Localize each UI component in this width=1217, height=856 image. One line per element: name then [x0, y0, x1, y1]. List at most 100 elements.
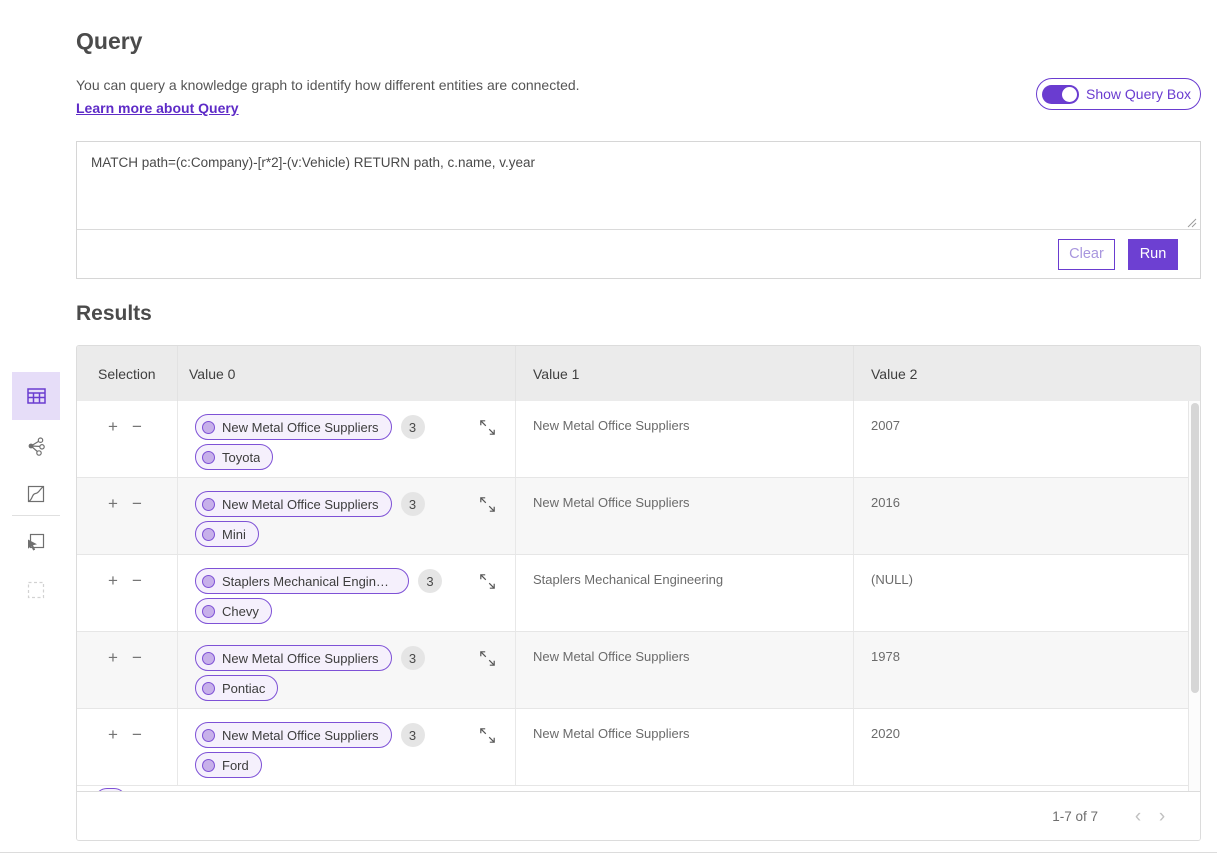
value0-cell: New Metal Office Suppliers 3 Toyota [177, 401, 515, 477]
graph-view-button[interactable] [12, 432, 60, 460]
expand-icon[interactable] [479, 650, 496, 667]
value2-cell: 2020 [853, 709, 1200, 785]
learn-more-link[interactable]: Learn more about Query [76, 100, 239, 116]
pagination-next-icon[interactable]: › [1150, 807, 1174, 826]
page-bottom-divider [0, 852, 1217, 853]
pointer-select-view-button[interactable] [12, 528, 60, 556]
related-pill-label: Mini [222, 527, 246, 542]
table-row: + − New Metal Office Suppliers 3 Toyota [77, 401, 1200, 478]
table-view-button[interactable] [12, 372, 60, 420]
add-to-selection-button[interactable]: + [108, 418, 118, 477]
toggle-knob [1062, 87, 1077, 102]
expand-icon[interactable] [479, 727, 496, 744]
column-header-value2: Value 2 [853, 346, 1200, 401]
pointer-select-icon [26, 532, 46, 552]
related-pill-label: Chevy [222, 604, 259, 619]
selection-cell: + − [77, 632, 177, 708]
related-entity-pill[interactable]: Pontiac [195, 675, 278, 701]
entity-pill-clipped [94, 788, 127, 791]
node-dot-icon [202, 682, 215, 695]
table-vertical-scrollbar[interactable] [1188, 401, 1200, 791]
entity-pill-label: New Metal Office Suppliers [222, 651, 379, 666]
expand-icon[interactable] [479, 496, 496, 513]
related-entity-pill[interactable]: Mini [195, 521, 259, 547]
related-entity-pill[interactable]: Ford [195, 752, 262, 778]
table-header-row: Selection Value 0 Value 1 Value 2 [77, 346, 1200, 401]
related-pill-label: Toyota [222, 450, 260, 465]
value1-cell: New Metal Office Suppliers [515, 478, 853, 554]
value1-cell: Staplers Mechanical Engineering [515, 555, 853, 631]
map-icon [26, 484, 46, 504]
page-title: Query [76, 28, 142, 55]
entity-pill[interactable]: New Metal Office Suppliers [195, 491, 392, 517]
node-dot-icon [202, 528, 215, 541]
related-entity-pill[interactable]: Toyota [195, 444, 273, 470]
node-dot-icon [202, 759, 215, 772]
query-description: You can query a knowledge graph to ident… [76, 77, 580, 93]
expand-icon[interactable] [479, 419, 496, 436]
query-editor-panel: MATCH path=(c:Company)-[r*2]-(v:Vehicle)… [76, 141, 1201, 279]
node-dot-icon [202, 652, 215, 665]
remove-from-selection-button[interactable]: − [132, 726, 142, 785]
add-to-selection-button[interactable]: + [108, 572, 118, 631]
run-button[interactable]: Run [1128, 239, 1178, 270]
entity-pill[interactable]: New Metal Office Suppliers [195, 414, 392, 440]
table-row: + − New Metal Office Suppliers 3 Mini [77, 478, 1200, 555]
selection-cell: + − [77, 478, 177, 554]
selection-cell: + − [77, 709, 177, 785]
pagination-prev-icon[interactable]: ‹ [1126, 807, 1150, 826]
entity-pill-label: New Metal Office Suppliers [222, 420, 379, 435]
map-view-button[interactable] [12, 480, 60, 508]
sidebar-divider [12, 515, 60, 516]
clear-button[interactable]: Clear [1058, 239, 1115, 270]
column-header-value1: Value 1 [515, 346, 853, 401]
table-row: + − New Metal Office Suppliers 3 Pontiac [77, 632, 1200, 709]
graph-icon [26, 436, 46, 456]
expand-icon[interactable] [479, 573, 496, 590]
remove-from-selection-button[interactable]: − [132, 572, 142, 631]
remove-from-selection-button[interactable]: − [132, 649, 142, 708]
results-view-sidebar [12, 372, 60, 612]
entity-pill[interactable]: New Metal Office Suppliers [195, 722, 392, 748]
count-badge: 3 [418, 569, 442, 593]
count-badge: 3 [401, 723, 425, 747]
add-to-selection-button[interactable]: + [108, 726, 118, 785]
selection-cell: + − [77, 555, 177, 631]
table-body: + − New Metal Office Suppliers 3 Toyota [77, 401, 1200, 786]
node-dot-icon [202, 498, 215, 511]
value1-cell: New Metal Office Suppliers [515, 632, 853, 708]
table-row: + − New Metal Office Suppliers 3 Ford [77, 709, 1200, 786]
related-entity-pill[interactable]: Chevy [195, 598, 272, 624]
query-input[interactable]: MATCH path=(c:Company)-[r*2]-(v:Vehicle)… [77, 142, 1200, 230]
show-query-box-toggle[interactable]: Show Query Box [1036, 78, 1201, 110]
scrollbar-thumb[interactable] [1191, 403, 1199, 693]
results-table: Selection Value 0 Value 1 Value 2 + − Ne… [76, 345, 1201, 841]
entity-pill[interactable]: Staplers Mechanical Engineering [195, 568, 409, 594]
new-view-button [12, 576, 60, 604]
add-to-selection-button[interactable]: + [108, 495, 118, 554]
selection-cell: + − [77, 401, 177, 477]
value0-cell: New Metal Office Suppliers 3 Ford [177, 709, 515, 785]
results-title: Results [76, 302, 152, 326]
count-badge: 3 [401, 646, 425, 670]
node-dot-icon [202, 729, 215, 742]
count-badge: 3 [401, 415, 425, 439]
pagination-range-label: 1-7 of 7 [1052, 809, 1098, 824]
entity-pill[interactable]: New Metal Office Suppliers [195, 645, 392, 671]
remove-from-selection-button[interactable]: − [132, 418, 142, 477]
node-dot-icon [202, 605, 215, 618]
value1-cell: New Metal Office Suppliers [515, 709, 853, 785]
entity-pill-label: New Metal Office Suppliers [222, 728, 379, 743]
column-header-value0: Value 0 [177, 346, 515, 401]
add-to-selection-button[interactable]: + [108, 649, 118, 708]
toggle-switch-icon[interactable] [1042, 85, 1079, 104]
related-pill-label: Ford [222, 758, 249, 773]
node-dot-icon [202, 575, 215, 588]
value2-cell: (NULL) [853, 555, 1200, 631]
related-pill-label: Pontiac [222, 681, 265, 696]
value2-cell: 1978 [853, 632, 1200, 708]
column-header-selection: Selection [77, 346, 177, 401]
textarea-resize-handle[interactable] [1187, 218, 1197, 228]
remove-from-selection-button[interactable]: − [132, 495, 142, 554]
node-dot-icon [202, 421, 215, 434]
